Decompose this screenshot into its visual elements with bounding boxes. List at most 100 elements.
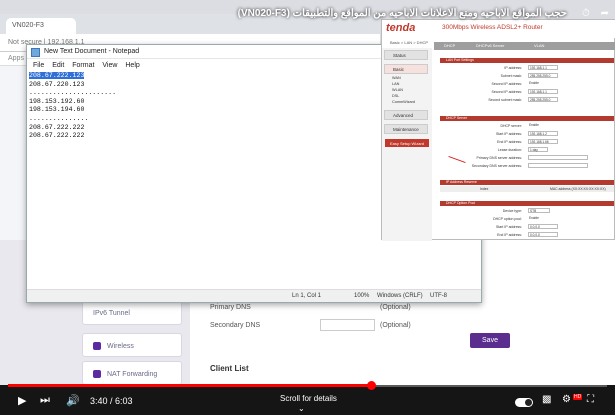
play-icon[interactable]: ▶ [18, 394, 26, 407]
nav-status[interactable]: Status [384, 50, 428, 60]
browser-tab[interactable]: VN020-F3 [6, 18, 76, 34]
row-label: Second IP address: [491, 82, 522, 86]
dhcp-section-header: DHCP Server [440, 116, 614, 121]
menu-help[interactable]: Help [125, 60, 139, 69]
row-checkbox[interactable]: Enable [528, 216, 558, 221]
row-label: DHCP option pool: [493, 217, 522, 221]
dhcp-row: Primary DNS server address: [440, 155, 614, 162]
dhcp-row: Start IP address: 192.168.1.2 [440, 131, 614, 138]
status-zoom: 100% [354, 293, 370, 299]
video-frame[interactable]: VN020-F3 Not secure | 192.168.1.1 Apps I… [0, 0, 615, 385]
nat-icon [93, 370, 101, 378]
time-total: 6:03 [115, 396, 133, 406]
notepad-title: New Text Document - Notepad [44, 48, 140, 55]
row-input[interactable]: 255.255.255.0 [528, 97, 558, 102]
lan-row: Second subnet mask: 255.255.255.0 [440, 97, 614, 104]
menu-edit[interactable]: Edit [52, 60, 64, 69]
secondary-dns-input[interactable] [320, 319, 375, 331]
time-separator: / [107, 396, 116, 406]
dhcp-row: End IP address: 192.168.1.66 [440, 139, 614, 146]
hd-badge: HD [573, 394, 583, 400]
row-select[interactable]: 1 day [528, 147, 548, 152]
nav-sub-dsl[interactable]: DSL [392, 94, 399, 98]
save-button[interactable]: Save [470, 333, 510, 348]
row-checkbox[interactable]: Enable [528, 123, 558, 128]
nav-maintenance[interactable]: Maintenance [384, 124, 428, 134]
next-icon[interactable]: ⏭ [40, 394, 50, 407]
progress-scrubber[interactable] [367, 381, 376, 390]
row-input[interactable]: 192.168.1.1 [528, 65, 558, 70]
share-icon[interactable]: ➦ [601, 8, 609, 19]
row-label: Secondary DNS server address: [471, 164, 522, 168]
progress-played [8, 384, 371, 387]
tab-dhcp[interactable]: DHCP [444, 43, 455, 48]
row-label: End IP address: [497, 233, 522, 237]
menu-format[interactable]: Format [72, 60, 94, 69]
tab-dhcpv6[interactable]: DHCPv6 Server [476, 43, 504, 48]
row-checkbox[interactable]: Enable [528, 81, 558, 86]
lan-section-header: LAN Port Settings [440, 58, 614, 63]
router-dhcp-panel: tenda 300Mbps Wireless ADSL2+ Router Bas… [381, 19, 615, 241]
nav-basic[interactable]: Basic [384, 64, 428, 74]
router-tabs: DHCP DHCPv6 Server VLAN [434, 42, 615, 50]
volume-icon[interactable]: 🔊 [66, 394, 80, 407]
notepad-status-bar: Ln 1, Col 1 100% Windows (CRLF) UTF-8 [27, 289, 481, 302]
option-row: End IP address: 0.0.0.0 [440, 232, 614, 239]
row-input[interactable]: 192.168.1.66 [528, 139, 558, 144]
sidebar-item-label: NAT Forwarding [107, 370, 158, 378]
row-select[interactable]: STB [528, 208, 550, 213]
selected-text: 208.67.222.123 [29, 72, 85, 79]
lan-row: IP address: 192.168.1.1 [440, 65, 614, 72]
video-title[interactable]: حجب المواقع الاباحيه ومنع الاعلانات الاب… [238, 8, 567, 19]
sidebar-item-label: Wireless [107, 342, 134, 350]
lan-row: Subnet mask: 255.255.255.0 [440, 73, 614, 80]
nav-sub-lan[interactable]: LAN [392, 82, 399, 86]
nav-sub-commwizard[interactable]: CommWizard [392, 100, 415, 104]
sidebar-item-wireless[interactable]: Wireless [82, 333, 182, 357]
secondary-dns-label: Secondary DNS [210, 322, 261, 329]
tab-vlan[interactable]: VLAN [534, 43, 544, 48]
reserve-table-header: Index MAC address (XX:XX:XX:XX:XX:XX) [440, 186, 614, 192]
scroll-for-details[interactable]: Scroll for details [280, 394, 337, 403]
option-row: Start IP address: 0.0.0.0 [440, 224, 614, 231]
row-input[interactable]: 0.0.0.0 [528, 232, 558, 237]
row-label: End IP address: [497, 140, 522, 144]
easy-setup-wizard-button[interactable]: Easy Setup Wizard [385, 139, 429, 147]
status-encoding: UTF-8 [430, 293, 447, 299]
router-header: tenda 300Mbps Wireless ADSL2+ Router [382, 20, 615, 38]
col-index: Index [480, 187, 489, 191]
reserve-section-header: IP Address Reserve [440, 180, 614, 185]
settings-icon[interactable]: ⚙ [562, 394, 571, 405]
menu-file[interactable]: File [33, 60, 44, 69]
sidebar-item-nat-forwarding[interactable]: NAT Forwarding [82, 361, 182, 385]
row-input[interactable]: 192.168.1.2 [528, 131, 558, 136]
video-top-icons: ⏱ ➦ [582, 8, 609, 19]
chevron-down-icon: ⌄ [298, 404, 305, 413]
autoplay-toggle[interactable] [515, 398, 533, 407]
dhcp-row: Lease duration: 1 day [440, 147, 614, 154]
nav-sub-wan[interactable]: WAN [392, 76, 401, 80]
secondary-dns-hint: (Optional) [380, 322, 411, 329]
router-model: 300Mbps Wireless ADSL2+ Router [442, 24, 543, 31]
row-label: Subnet mask: [500, 74, 522, 78]
captions-icon[interactable]: ▩ [542, 394, 551, 405]
secondary-dns-server-input[interactable] [528, 163, 588, 168]
nav-advanced[interactable]: Advanced [384, 110, 428, 120]
row-input[interactable]: 255.255.255.0 [528, 73, 558, 78]
sidebar-item-label: IPv6 Tunnel [93, 310, 130, 317]
lan-row: Second IP address: Enable [440, 81, 614, 88]
watch-later-icon[interactable]: ⏱ [582, 8, 590, 19]
time-current: 3:40 [90, 396, 108, 406]
row-input[interactable]: 192.168.1.1 [528, 89, 558, 94]
nav-sub-wlan[interactable]: WLAN [392, 88, 403, 92]
primary-dns-server-input[interactable] [528, 155, 588, 160]
notepad-icon [31, 48, 40, 57]
router-logo: tenda [386, 22, 416, 34]
fullscreen-icon[interactable]: ⛶ [587, 394, 594, 405]
row-input[interactable]: 0.0.0.0 [528, 224, 558, 229]
sidebar-item-ipv6-tunnel[interactable]: IPv6 Tunnel [82, 301, 182, 325]
wireless-icon [93, 342, 101, 350]
row-label: Second IP address: [491, 90, 522, 94]
dhcp-row: Secondary DNS server address: [440, 163, 614, 170]
menu-view[interactable]: View [102, 60, 117, 69]
